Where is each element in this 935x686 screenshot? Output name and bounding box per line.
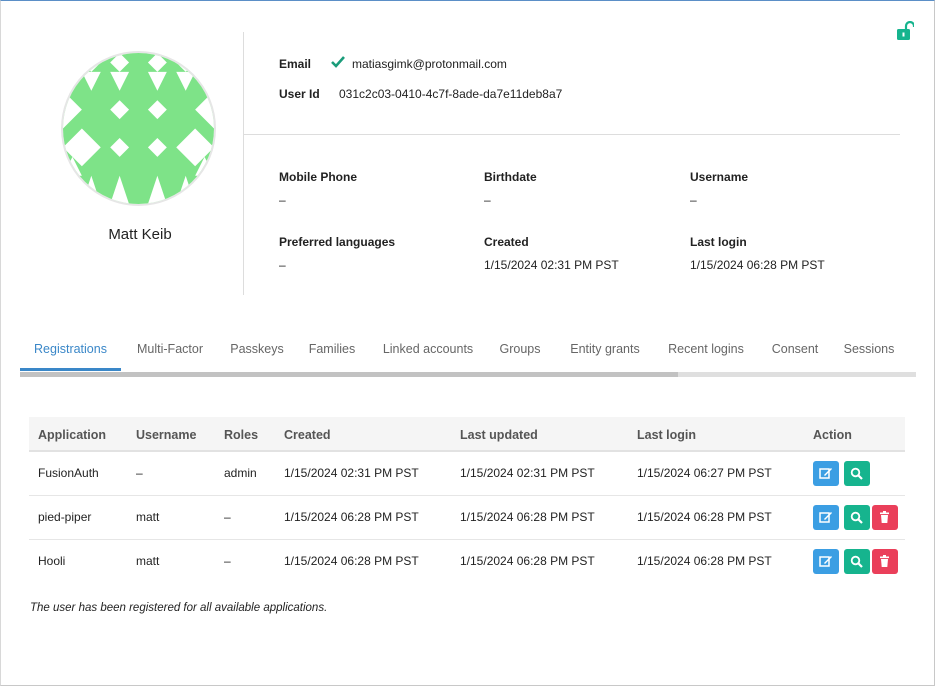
avatar-identicon (63, 53, 214, 204)
tab-families[interactable]: Families (305, 337, 359, 371)
search-icon (850, 511, 863, 524)
column-header-application[interactable]: Application (38, 428, 106, 442)
cell-last-login: 1/15/2024 06:27 PM PST (637, 466, 772, 480)
tab-consent[interactable]: Consent (767, 337, 823, 371)
tab-bar: Registrations Multi-Factor Passkeys Fami… (20, 337, 916, 377)
cell-roles: – (224, 554, 231, 568)
cell-created: 1/15/2024 06:28 PM PST (284, 510, 419, 524)
mobile-phone-label: Mobile Phone (279, 170, 357, 184)
tab-multi-factor[interactable]: Multi-Factor (128, 337, 212, 371)
view-registration-button[interactable] (844, 549, 870, 574)
cell-application: pied-piper (38, 510, 92, 524)
cell-last-login: 1/15/2024 06:28 PM PST (637, 510, 772, 524)
cell-last-updated: 1/15/2024 02:31 PM PST (460, 466, 595, 480)
tab-entity-grants[interactable]: Entity grants (565, 337, 645, 371)
column-header-last-updated[interactable]: Last updated (460, 428, 538, 442)
edit-icon (819, 556, 832, 567)
last-login-label: Last login (690, 235, 747, 249)
cell-last-updated: 1/15/2024 06:28 PM PST (460, 510, 595, 524)
cell-application: FusionAuth (38, 466, 99, 480)
column-header-username[interactable]: Username (136, 428, 196, 442)
tab-recent-logins[interactable]: Recent logins (663, 337, 749, 371)
table-row: Hooli matt – 1/15/2024 06:28 PM PST 1/15… (29, 540, 905, 584)
userid-value: 031c2c03-0410-4c7f-8ade-da7e11deb8a7 (339, 87, 563, 101)
userid-label: User Id (279, 87, 320, 101)
cell-roles: – (224, 510, 231, 524)
preferred-languages-label: Preferred languages (279, 235, 396, 249)
username-value: – (690, 193, 697, 207)
cell-username: matt (136, 510, 160, 524)
avatar (61, 51, 216, 206)
column-header-action: Action (813, 428, 852, 442)
table-row: pied-piper matt – 1/15/2024 06:28 PM PST… (29, 496, 905, 540)
created-label: Created (484, 235, 529, 249)
cell-username: – (136, 466, 143, 480)
tab-sessions[interactable]: Sessions (841, 337, 897, 371)
edit-icon (819, 468, 832, 479)
tab-groups[interactable]: Groups (494, 337, 546, 371)
user-full-name: Matt Keib (108, 226, 172, 243)
edit-registration-button[interactable] (813, 505, 839, 530)
trash-icon (880, 511, 889, 523)
tab-scrollbar-thumb[interactable] (20, 372, 678, 377)
edit-registration-button[interactable] (813, 549, 839, 574)
user-detail-panel: Matt Keib Email matiasgimk@protonmail.co… (0, 0, 935, 686)
profile-card: Matt Keib (61, 51, 216, 243)
cell-username: matt (136, 554, 160, 568)
column-header-created[interactable]: Created (284, 428, 331, 442)
email-label: Email (279, 57, 312, 71)
email-value: matiasgimk@protonmail.com (352, 57, 507, 71)
cell-application: Hooli (38, 554, 66, 568)
created-value: 1/15/2024 02:31 PM PST (484, 258, 619, 272)
cell-created: 1/15/2024 02:31 PM PST (284, 466, 419, 480)
unlocked-padlock-icon[interactable] (896, 20, 916, 41)
birthdate-label: Birthdate (484, 170, 537, 184)
delete-registration-button[interactable] (872, 549, 898, 574)
table-header: Application Username Roles Created Last … (29, 417, 905, 452)
tab-passkeys[interactable]: Passkeys (226, 337, 288, 371)
edit-icon (819, 512, 832, 523)
cell-last-updated: 1/15/2024 06:28 PM PST (460, 554, 595, 568)
tab-linked-accounts[interactable]: Linked accounts (378, 337, 478, 371)
last-login-value: 1/15/2024 06:28 PM PST (690, 258, 825, 272)
table-row: FusionAuth – admin 1/15/2024 02:31 PM PS… (29, 452, 905, 496)
registration-note: The user has been registered for all ava… (30, 602, 328, 614)
cell-last-login: 1/15/2024 06:28 PM PST (637, 554, 772, 568)
column-header-roles[interactable]: Roles (224, 428, 258, 442)
cell-roles: admin (224, 466, 257, 480)
birthdate-value: – (484, 193, 491, 207)
column-header-last-login[interactable]: Last login (637, 428, 696, 442)
view-registration-button[interactable] (844, 505, 870, 530)
cell-created: 1/15/2024 06:28 PM PST (284, 554, 419, 568)
edit-registration-button[interactable] (813, 461, 839, 486)
delete-registration-button[interactable] (872, 505, 898, 530)
view-registration-button[interactable] (844, 461, 870, 486)
vertical-divider (243, 32, 244, 295)
tab-registrations[interactable]: Registrations (20, 337, 121, 371)
preferred-languages-value: – (279, 258, 286, 272)
active-tab-indicator (20, 368, 121, 371)
mobile-phone-value: – (279, 193, 286, 207)
search-icon (850, 467, 863, 480)
trash-icon (880, 555, 889, 567)
search-icon (850, 555, 863, 568)
username-label: Username (690, 170, 749, 184)
horizontal-divider (244, 134, 900, 135)
checkmark-icon (331, 56, 345, 68)
